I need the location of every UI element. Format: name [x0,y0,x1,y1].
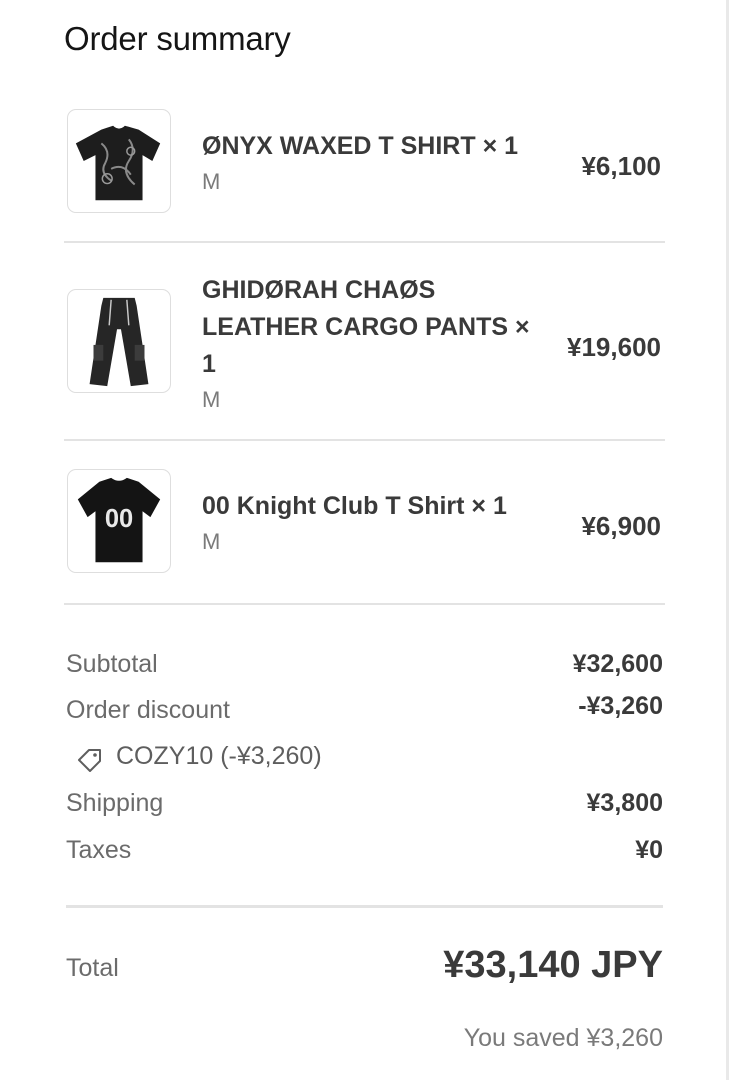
taxes-label: Taxes [66,836,132,864]
item-variant: M [202,387,221,412]
discount-code-text: COZY10 (-¥3,260) [116,742,322,770]
shipping-value: ¥3,800 [586,789,663,817]
discount-label: Order discount [66,696,230,724]
subtotal-label: Subtotal [66,650,158,678]
discount-row: Order discount -¥3,260 [66,692,663,728]
item-price: ¥6,100 [581,151,661,181]
list-item: 00 00 Knight Club T Shirt × 1 M ¥6,900 [64,469,664,575]
divider [64,603,665,605]
item-price: ¥19,600 [567,332,661,362]
subtotal-value: ¥32,600 [572,650,663,678]
divider [66,905,663,908]
black-cargo-pants-icon [89,297,149,387]
discount-value: -¥3,260 [578,692,663,720]
total-label: Total [66,954,119,982]
item-name: GHIDØRAH CHAØS LEATHER CARGO PANTS × 1 [202,276,530,378]
black-jersey-tshirt-icon: 00 [77,477,161,563]
shipping-row: Shipping ¥3,800 [66,789,663,821]
product-thumbnail [67,289,171,393]
divider [64,241,665,243]
product-thumbnail: 00 [67,469,171,573]
item-name: ØNYX WAXED T SHIRT × 1 [202,132,519,160]
item-variant: M [202,529,221,554]
subtotal-row: Subtotal ¥32,600 [66,650,663,682]
savings-text: You saved ¥3,260 [463,1024,663,1052]
shipping-label: Shipping [66,789,164,817]
item-variant: M [202,169,221,194]
black-tshirt-graphic-icon [75,125,161,201]
item-price: ¥6,900 [581,511,661,541]
product-thumbnail [67,109,171,213]
svg-text:00: 00 [105,505,133,533]
tag-icon [78,749,101,772]
total-value: ¥33,140 JPY [443,944,663,986]
list-item: GHIDØRAH CHAØS LEATHER CARGO PANTS × 1 M… [64,270,664,412]
order-summary-panel: Order summary ØNYX WAXED T SHIRT × 1 M ¥… [0,0,729,1080]
list-item: ØNYX WAXED T SHIRT × 1 M ¥6,100 [64,109,664,215]
taxes-value: ¥0 [635,836,663,864]
page-title: Order summary [64,20,291,57]
taxes-row: Taxes ¥0 [66,836,663,868]
divider [64,439,665,441]
item-name: 00 Knight Club T Shirt × 1 [202,492,507,520]
